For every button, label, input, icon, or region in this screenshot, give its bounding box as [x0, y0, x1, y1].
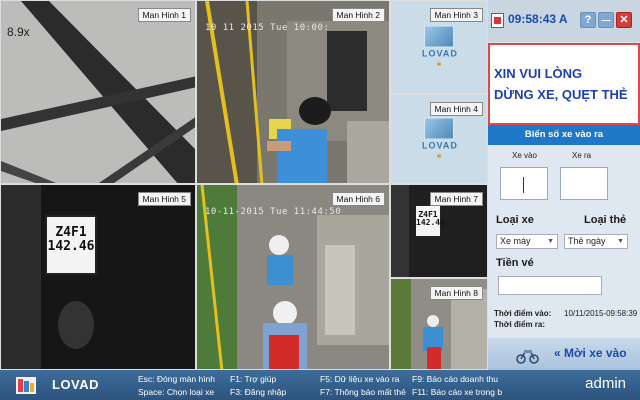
title-bar: 09:58:43 A ? — ✕: [488, 0, 640, 42]
card-type-value: Thẻ ngày: [568, 236, 606, 246]
vehicle-type-select[interactable]: Xe máy ▼: [496, 234, 558, 249]
camera-4-logo-text: LOVAD: [422, 140, 458, 151]
plate-in-image: [500, 167, 548, 200]
shortcut-f9: F9: Báo cáo doanh thu: [412, 374, 499, 384]
camera-1[interactable]: 8.9x Man Hinh 1: [0, 0, 196, 184]
lock-icon: 🔒︎: [436, 150, 442, 160]
vehicle-type-value: Xe máy: [500, 236, 531, 246]
plate-out-image: [560, 167, 608, 200]
camera-6[interactable]: 10-11-2015 Tue 11:44:50 Man Hinh 6: [196, 184, 390, 370]
app-icon: [491, 13, 504, 28]
camera-5-feed: [1, 185, 195, 369]
camera-6-label: Man Hinh 6: [331, 192, 385, 206]
camera-2[interactable]: 10 11 2015 Tue 10:00: Man Hinh 2: [196, 0, 390, 184]
instruction-text: XIN VUI LÒNG DỪNG XE, QUẸT THẺ: [494, 63, 640, 105]
camera-8[interactable]: Man Hinh 8: [390, 278, 488, 370]
lovad-logo-icon: [424, 25, 454, 48]
plate-line-2: 142.46: [416, 218, 445, 228]
new-car-label: « Mời xe vào: [554, 346, 627, 360]
shortcut-f3: F3: Đăng nhập: [230, 387, 287, 397]
shortcut-f5: F5: Dữ liệu xe vào ra: [320, 374, 400, 384]
lovad-logo-icon: [16, 377, 36, 394]
camera-4[interactable]: LOVAD 🔒︎ Man Hinh 4: [390, 94, 488, 184]
minimize-icon[interactable]: —: [598, 12, 614, 28]
control-panel: 09:58:43 A ? — ✕ XIN VUI LÒNG DỪNG XE, Q…: [488, 0, 640, 370]
camera-4-label: Man Hinh 4: [429, 102, 483, 116]
brand-name: LOVAD: [52, 377, 100, 392]
vehicle-type-label: Loại xe: [496, 214, 534, 226]
card-type-label: Loại thẻ: [584, 214, 627, 226]
shortcut-esc: Esc: Đóng màn hình: [138, 374, 216, 384]
card-type-select[interactable]: Thẻ ngày ▼: [564, 234, 628, 249]
shortcut-f1: F1: Trợ giúp: [230, 374, 277, 384]
instruction-message: XIN VUI LÒNG DỪNG XE, QUẸT THẺ: [488, 43, 640, 125]
help-icon[interactable]: ?: [580, 12, 596, 28]
fee-field[interactable]: [498, 276, 602, 295]
lock-icon: 🔒︎: [436, 58, 442, 68]
shortcut-f11: F11: Báo cáo xe trong b: [412, 387, 503, 397]
camera-3-label: Man Hinh 3: [429, 8, 483, 22]
camera-2-timestamp: 10 11 2015 Tue 10:00:: [205, 23, 330, 33]
camera-7-label: Man Hinh 7: [429, 192, 483, 206]
camera-7[interactable]: Z4F1 142.46 Man Hinh 7: [390, 184, 488, 278]
camera-5[interactable]: Z4F1 142.46 Man Hinh 5: [0, 184, 196, 370]
license-plate: Z4F1 142.46: [45, 215, 97, 275]
time-in-label: Thời điểm vào:: [494, 309, 552, 318]
parking-app: 8.9x Man Hinh 1 10 11 2015 Tue 10:00: Ma…: [0, 0, 640, 400]
plate-line-2: 142.46: [47, 238, 95, 254]
lane-out-label: Xe ra: [572, 151, 592, 160]
instruction-line-2: DỪNG XE, QUẸT THẺ: [494, 87, 628, 102]
camera-1-feed: [1, 1, 195, 183]
time-out-label: Thời điểm ra:: [494, 320, 546, 329]
camera-1-zoom: 8.9x: [7, 25, 30, 39]
shortcut-f7: F7: Thông báo mất thẻ: [320, 387, 406, 397]
instruction-line-1: XIN VUI LÒNG: [494, 66, 583, 81]
license-plate: Z4F1 142.46: [415, 205, 445, 237]
camera-3-placeholder: LOVAD 🔒︎: [422, 25, 458, 69]
current-user[interactable]: admin: [585, 375, 626, 392]
status-bar: LOVAD Esc: Đóng màn hình Space: Chọn loạ…: [0, 370, 640, 400]
close-icon[interactable]: ✕: [616, 12, 632, 28]
fee-label: Tiền vé: [496, 257, 534, 269]
lovad-logo-icon: [424, 117, 454, 140]
chevron-down-icon: ▼: [547, 238, 554, 245]
camera-3[interactable]: LOVAD 🔒︎ Man Hinh 3: [390, 0, 488, 94]
clock: 09:58:43 A: [508, 12, 568, 26]
lane-in-label: Xe vào: [512, 151, 537, 160]
camera-1-label: Man Hinh 1: [137, 8, 191, 22]
camera-8-label: Man Hinh 8: [429, 286, 483, 300]
camera-grid: 8.9x Man Hinh 1 10 11 2015 Tue 10:00: Ma…: [0, 0, 488, 370]
plate-line-1: Z4F1: [55, 225, 87, 240]
shortcut-space: Space: Chọn loại xe: [138, 387, 215, 397]
camera-5-label: Man Hinh 5: [137, 192, 191, 206]
motorbike-icon: [516, 350, 539, 364]
plates-header: Biển số xe vào ra: [488, 125, 640, 145]
time-in-value: 10/11/2015-09:58:39: [564, 309, 638, 318]
chevron-down-icon: ▼: [617, 238, 624, 245]
camera-2-label: Man Hinh 2: [331, 8, 385, 22]
new-car-button[interactable]: « Mời xe vào: [488, 338, 640, 370]
camera-3-logo-text: LOVAD: [422, 48, 458, 59]
camera-4-placeholder: LOVAD 🔒︎: [422, 117, 458, 161]
camera-6-timestamp: 10-11-2015 Tue 11:44:50: [205, 207, 342, 217]
